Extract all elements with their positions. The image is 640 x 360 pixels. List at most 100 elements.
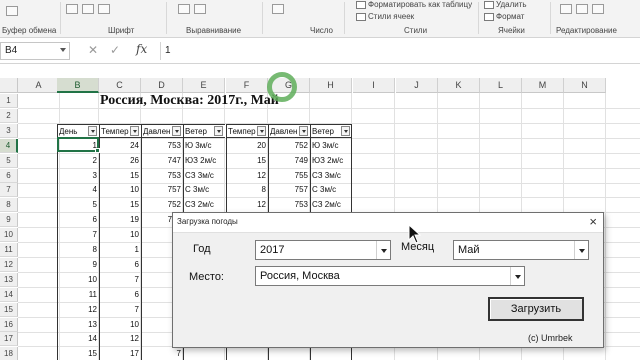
row-header-12[interactable]: 12: [0, 258, 18, 272]
column-header-b[interactable]: B: [57, 78, 99, 93]
table-cell[interactable]: Ю 3м/с: [310, 139, 352, 153]
table-cell[interactable]: 15: [99, 198, 141, 212]
table-cell[interactable]: СЗ 3м/с: [183, 169, 225, 183]
find-select-icon[interactable]: [592, 4, 604, 14]
delete-cells-button[interactable]: Удалить: [484, 0, 527, 9]
table-cell[interactable]: 755: [268, 169, 310, 183]
table-cell[interactable]: 8: [57, 243, 99, 257]
month-select[interactable]: Май: [453, 240, 589, 260]
table-cell[interactable]: Ю 3м/с: [183, 139, 225, 153]
cell-styles-button[interactable]: Стили ячеек: [356, 12, 414, 21]
table-cell[interactable]: 14: [57, 332, 99, 346]
place-select[interactable]: Россия, Москва: [255, 266, 525, 286]
year-select[interactable]: 2017: [255, 240, 391, 260]
filter-dropdown-icon[interactable]: [214, 126, 223, 136]
close-icon[interactable]: ×: [589, 214, 597, 230]
table-cell[interactable]: 1: [99, 243, 141, 257]
sort-filter-icon[interactable]: [576, 4, 588, 14]
column-header-n[interactable]: N: [564, 78, 606, 93]
enter-icon[interactable]: ✓: [110, 43, 120, 57]
filter-dropdown-icon[interactable]: [341, 126, 350, 136]
table-cell[interactable]: 24: [99, 139, 141, 153]
chevron-down-icon[interactable]: [376, 241, 390, 259]
filter-dropdown-icon[interactable]: [130, 126, 139, 136]
table-cell[interactable]: 757: [268, 183, 310, 197]
row-header-8[interactable]: 8: [0, 198, 18, 212]
insert-function-icon[interactable]: fx: [136, 42, 147, 56]
filter-dropdown-icon[interactable]: [299, 126, 308, 136]
table-cell[interactable]: 7: [57, 228, 99, 242]
fill-handle[interactable]: [95, 148, 100, 153]
table-cell[interactable]: 7: [99, 303, 141, 317]
table-cell[interactable]: 15: [57, 347, 99, 360]
table-cell[interactable]: 5: [57, 198, 99, 212]
cancel-icon[interactable]: ✕: [88, 43, 98, 57]
sum-icon[interactable]: [560, 4, 572, 14]
table-cell[interactable]: 757: [141, 183, 183, 197]
row-header-13[interactable]: 13: [0, 273, 18, 287]
format-cells-button[interactable]: Формат: [484, 12, 524, 21]
table-cell[interactable]: 10: [99, 228, 141, 242]
table-cell[interactable]: 6: [99, 258, 141, 272]
column-header-j[interactable]: J: [396, 78, 438, 93]
table-cell[interactable]: 19: [99, 213, 141, 227]
table-cell[interactable]: 4: [57, 183, 99, 197]
table-cell[interactable]: СЗ 2м/с: [183, 198, 225, 212]
underline-icon[interactable]: [98, 4, 110, 14]
column-header-a[interactable]: A: [18, 78, 60, 93]
chevron-down-icon[interactable]: [574, 241, 588, 259]
table-cell[interactable]: [183, 347, 225, 360]
row-header-7[interactable]: 7: [0, 183, 18, 197]
number-format-icon[interactable]: [272, 4, 284, 14]
column-header-f[interactable]: F: [226, 78, 268, 93]
table-cell[interactable]: СЗ 3м/с: [310, 169, 352, 183]
column-header-l[interactable]: L: [480, 78, 522, 93]
column-header-e[interactable]: E: [183, 78, 225, 93]
table-cell[interactable]: 12: [226, 169, 268, 183]
table-cell[interactable]: 747: [141, 154, 183, 168]
table-cell[interactable]: 752: [141, 198, 183, 212]
table-cell[interactable]: 9: [57, 258, 99, 272]
row-header-11[interactable]: 11: [0, 243, 18, 257]
table-cell[interactable]: СЗ 2м/с: [310, 198, 352, 212]
table-cell[interactable]: 10: [99, 183, 141, 197]
table-cell[interactable]: С 3м/с: [310, 183, 352, 197]
table-cell[interactable]: [310, 347, 352, 360]
column-header-c[interactable]: C: [99, 78, 141, 93]
row-header-16[interactable]: 16: [0, 318, 18, 332]
table-cell[interactable]: 752: [268, 139, 310, 153]
table-cell[interactable]: 753: [141, 139, 183, 153]
table-cell[interactable]: 13: [57, 318, 99, 332]
table-cell[interactable]: [226, 347, 268, 360]
bold-icon[interactable]: [66, 4, 78, 14]
table-cell[interactable]: 15: [226, 154, 268, 168]
row-header-18[interactable]: 18: [0, 347, 18, 360]
table-cell[interactable]: 12: [226, 198, 268, 212]
table-cell[interactable]: [268, 347, 310, 360]
column-header-i[interactable]: I: [353, 78, 395, 93]
table-cell[interactable]: 10: [57, 273, 99, 287]
row-header-5[interactable]: 5: [0, 154, 18, 168]
chevron-down-icon[interactable]: [60, 48, 66, 52]
row-header-3[interactable]: 3: [0, 124, 18, 138]
filter-dropdown-icon[interactable]: [257, 126, 266, 136]
table-cell[interactable]: 7: [99, 273, 141, 287]
table-cell[interactable]: С 3м/с: [183, 183, 225, 197]
table-cell[interactable]: ЮЗ 2м/с: [183, 154, 225, 168]
row-header-15[interactable]: 15: [0, 303, 18, 317]
table-cell[interactable]: 17: [99, 347, 141, 360]
table-cell[interactable]: 8: [226, 183, 268, 197]
column-header-h[interactable]: H: [310, 78, 352, 93]
row-header-10[interactable]: 10: [0, 228, 18, 242]
column-header-m[interactable]: M: [522, 78, 564, 93]
row-header-6[interactable]: 6: [0, 169, 18, 183]
row-header-1[interactable]: 1: [0, 94, 18, 108]
column-header-k[interactable]: K: [438, 78, 480, 93]
table-cell[interactable]: 2: [57, 154, 99, 168]
row-header-9[interactable]: 9: [0, 213, 18, 227]
table-cell[interactable]: 753: [141, 169, 183, 183]
table-cell[interactable]: 749: [268, 154, 310, 168]
row-header-14[interactable]: 14: [0, 288, 18, 302]
paste-icon[interactable]: [6, 6, 18, 16]
table-cell[interactable]: 10: [99, 318, 141, 332]
